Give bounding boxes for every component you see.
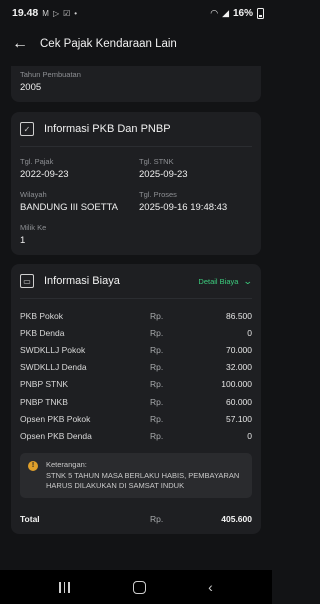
biaya-card-header: ▭ Informasi Biaya Detail Biaya ⌄ bbox=[20, 274, 254, 299]
milik-ke-value: 1 bbox=[20, 235, 26, 246]
pkb-card-header: ✓ Informasi PKB Dan PNBP bbox=[20, 122, 252, 147]
pkb-card-title: Informasi PKB Dan PNBP bbox=[44, 123, 171, 135]
wifi-icon: ◠ bbox=[210, 7, 219, 18]
home-icon[interactable] bbox=[132, 580, 146, 594]
notification-check-icon: ☑ bbox=[63, 8, 71, 18]
tgl-stnk-value: 2025-09-23 bbox=[139, 169, 188, 180]
back-arrow-icon[interactable]: ← bbox=[12, 36, 32, 52]
status-left: 19.48 M ▷ ☑ • bbox=[12, 7, 77, 19]
tgl-proses-field: Tgl. Proses 2025-09-16 19:48:43 bbox=[139, 190, 252, 213]
fee-name: Opsen PKB Pokok bbox=[20, 413, 91, 424]
fee-amount: 0 bbox=[247, 327, 252, 338]
tgl-pajak-value: 2022-09-23 bbox=[20, 169, 69, 180]
status-right: ◠ ◢ 16% bbox=[210, 7, 264, 19]
signal-icon: ◢ bbox=[222, 7, 229, 18]
total-row: Total Rp. 405.600 bbox=[20, 514, 252, 524]
total-currency: Rp. bbox=[150, 513, 164, 524]
battery-percent: 16% bbox=[232, 7, 253, 19]
nav-back-icon[interactable]: ‹ bbox=[208, 579, 213, 595]
fee-name: PNBP STNK bbox=[20, 379, 69, 390]
pkb-fields: Tgl. Pajak 2022-09-23 Tgl. STNK 2025-09-… bbox=[20, 157, 252, 246]
tgl-stnk-field: Tgl. STNK 2025-09-23 bbox=[139, 157, 252, 180]
chevron-down-icon: ⌄ bbox=[243, 275, 254, 286]
milik-ke-field: Milik Ke 1 bbox=[20, 223, 133, 246]
notification-m-icon: M bbox=[42, 8, 49, 18]
fee-currency: Rp. bbox=[150, 396, 164, 407]
fee-currency: Rp. bbox=[150, 413, 164, 424]
fee-row: PNBP STNK Rp. 100.000 bbox=[20, 376, 252, 393]
app-bar: ← Cek Pajak Kendaraan Lain bbox=[0, 26, 272, 62]
fee-row: SWDKLLJ Pokok Rp. 70.000 bbox=[20, 341, 252, 358]
fee-name: PNBP TNKB bbox=[20, 396, 68, 407]
fee-row: PKB Pokok Rp. 86.500 bbox=[20, 307, 252, 324]
tgl-proses-label: Tgl. Proses bbox=[139, 190, 177, 199]
biaya-card-title: Informasi Biaya bbox=[44, 275, 120, 287]
fee-currency: Rp. bbox=[150, 362, 164, 373]
fee-name: PKB Pokok bbox=[20, 310, 63, 321]
tahun-pembuatan-value: 2005 bbox=[20, 82, 42, 93]
keterangan-note: ! Keterangan: STNK 5 TAHUN MASA BERLAKU … bbox=[20, 452, 252, 498]
fee-currency: Rp. bbox=[150, 430, 164, 441]
total-amount: 405.600 bbox=[221, 513, 252, 524]
fee-currency: Rp. bbox=[150, 310, 164, 321]
fee-amount: 0 bbox=[247, 430, 252, 441]
fee-row: PNBP TNKB Rp. 60.000 bbox=[20, 393, 252, 410]
tgl-pajak-label: Tgl. Pajak bbox=[20, 157, 54, 166]
fee-amount: 86.500 bbox=[226, 310, 252, 321]
note-label: Keterangan: bbox=[46, 459, 87, 469]
wilayah-field: Wilayah BANDUNG III SOETTA bbox=[20, 190, 133, 213]
fee-amount: 60.000 bbox=[226, 396, 252, 407]
fee-amount: 57.100 bbox=[226, 413, 252, 424]
tahun-pembuatan-label: Tahun Pembuatan bbox=[20, 70, 81, 79]
fee-list: PKB Pokok Rp. 86.500 PKB Denda Rp. 0 SWD… bbox=[20, 307, 252, 445]
pkb-info-card: ✓ Informasi PKB Dan PNBP Tgl. Pajak 2022… bbox=[11, 112, 261, 255]
note-text: STNK 5 TAHUN MASA BERLAKU HABIS, PEMBAYA… bbox=[46, 470, 240, 490]
status-time: 19.48 bbox=[12, 7, 39, 19]
note-body: Keterangan: STNK 5 TAHUN MASA BERLAKU HA… bbox=[46, 460, 244, 491]
scroll-content[interactable]: Tahun Pembuatan 2005 ✓ Informasi PKB Dan… bbox=[0, 62, 272, 570]
status-bar: 19.48 M ▷ ☑ • ◠ ◢ 16% bbox=[0, 0, 272, 26]
system-nav-bar: ‹ bbox=[0, 570, 272, 604]
tgl-proses-value: 2025-09-16 19:48:43 bbox=[139, 202, 228, 213]
fee-currency: Rp. bbox=[150, 344, 164, 355]
wallet-icon: ▭ bbox=[20, 274, 34, 288]
milik-ke-label: Milik Ke bbox=[20, 223, 47, 232]
total-label: Total bbox=[20, 513, 40, 524]
fee-amount: 100.000 bbox=[221, 379, 252, 390]
recent-apps-icon[interactable] bbox=[59, 581, 71, 593]
fee-currency: Rp. bbox=[150, 327, 164, 338]
fee-name: PKB Denda bbox=[20, 327, 65, 338]
vehicle-info-card: Tahun Pembuatan 2005 bbox=[11, 66, 261, 102]
page-title: Cek Pajak Kendaraan Lain bbox=[40, 38, 177, 50]
notification-dot-icon: • bbox=[74, 8, 78, 18]
info-icon: ! bbox=[28, 460, 38, 471]
fee-name: SWDKLLJ Denda bbox=[20, 362, 87, 373]
fee-name: SWDKLLJ Pokok bbox=[20, 344, 86, 355]
fee-amount: 70.000 bbox=[226, 344, 252, 355]
wilayah-label: Wilayah bbox=[20, 190, 47, 199]
fee-amount: 32.000 bbox=[226, 362, 252, 373]
tgl-stnk-label: Tgl. STNK bbox=[139, 157, 174, 166]
detail-biaya-label: Detail Biaya bbox=[198, 276, 239, 286]
notification-play-icon: ▷ bbox=[52, 8, 60, 18]
wilayah-value: BANDUNG III SOETTA bbox=[20, 202, 119, 213]
fee-currency: Rp. bbox=[150, 379, 164, 390]
tgl-pajak-field: Tgl. Pajak 2022-09-23 bbox=[20, 157, 133, 180]
fee-name: Opsen PKB Denda bbox=[20, 430, 92, 441]
fee-row: PKB Denda Rp. 0 bbox=[20, 324, 252, 341]
detail-biaya-toggle[interactable]: Detail Biaya ⌄ bbox=[198, 275, 254, 287]
fee-row: SWDKLLJ Denda Rp. 32.000 bbox=[20, 359, 252, 376]
biaya-info-card: ▭ Informasi Biaya Detail Biaya ⌄ PKB Pok… bbox=[11, 264, 261, 534]
fee-row: Opsen PKB Denda Rp. 0 bbox=[20, 427, 252, 444]
document-check-icon: ✓ bbox=[20, 122, 34, 136]
fee-row: Opsen PKB Pokok Rp. 57.100 bbox=[20, 410, 252, 427]
battery-icon bbox=[257, 7, 264, 19]
